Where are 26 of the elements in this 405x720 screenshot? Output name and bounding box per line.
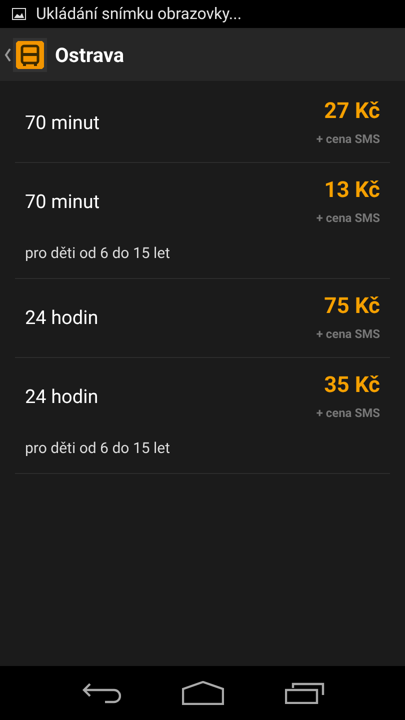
ticket-price: 35 Kč	[324, 372, 380, 400]
ticket-note: pro děti od 6 do 15 let	[24, 438, 172, 458]
ticket-row[interactable]: 70 minut 13 Kč + cena SMS pro děti od 6 do 15 let	[15, 163, 390, 279]
recent-apps-icon	[284, 682, 324, 704]
back-icon	[80, 682, 120, 704]
back-caret-icon	[4, 48, 11, 62]
ticket-price: 27 Kč	[324, 98, 380, 126]
price-note: + cena SMS	[316, 326, 380, 343]
notification-text: Ukládání snímku obrazovky...	[36, 3, 242, 25]
ticket-name: 24 hodin	[25, 304, 98, 331]
price-note: + cena SMS	[316, 210, 380, 227]
ticket-name: 70 minut	[25, 188, 100, 215]
ticket-row[interactable]: 70 minut 27 Kč + cena SMS	[15, 84, 390, 163]
home-icon	[182, 681, 224, 705]
ticket-name: 24 hodin	[25, 384, 98, 410]
ticket-name: 70 minut	[25, 110, 100, 136]
price-note: + cena SMS	[316, 405, 380, 422]
bus-app-icon	[13, 38, 47, 72]
ticket-price: 75 Kč	[324, 293, 380, 321]
screen-title: Ostrava	[55, 42, 124, 68]
ticket-row[interactable]: 24 hodin 35 Kč + cena SMS pro děti od 6 do 15 let	[15, 358, 390, 474]
ticket-note: pro děti od 6 do 15 let	[24, 243, 172, 263]
image-icon	[12, 8, 26, 20]
ticket-row[interactable]: 24 hodin 75 Kč + cena SMS	[15, 279, 390, 358]
price-note: + cena SMS	[316, 131, 380, 148]
ticket-price: 13 Kč	[324, 177, 380, 205]
